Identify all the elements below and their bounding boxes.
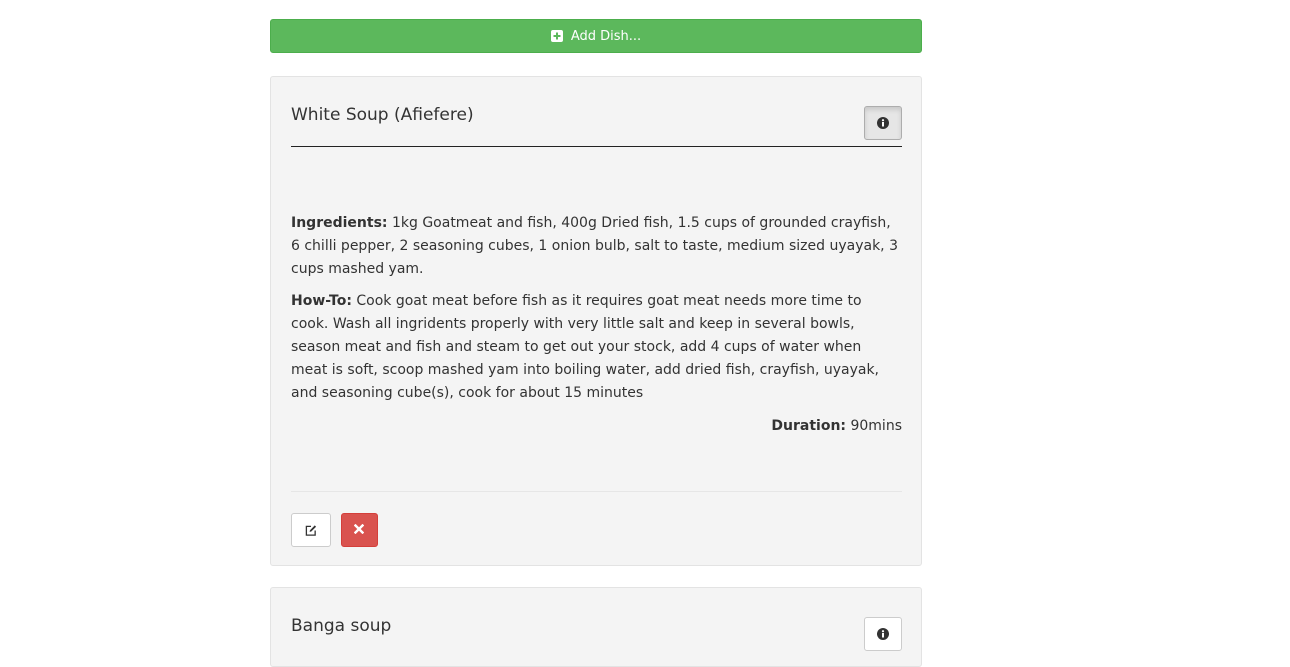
title-divider: [291, 146, 902, 147]
close-icon: [353, 524, 366, 536]
ingredients-label: Ingredients:: [291, 215, 388, 231]
howto-label: How-To:: [291, 293, 352, 309]
info-button[interactable]: [864, 617, 902, 651]
info-circle-icon: [877, 117, 889, 129]
howto-value: Cook goat meat before fish as it require…: [291, 293, 879, 401]
dish-title: White Soup (Afiefere): [291, 105, 474, 125]
info-button[interactable]: [864, 106, 902, 140]
dish-card: White Soup (Afiefere) Ingredients: 1kg G…: [270, 76, 922, 566]
add-dish-label: Add Dish...: [570, 28, 642, 44]
duration-value: 90mins: [850, 418, 902, 434]
info-circle-icon: [877, 628, 889, 640]
howto-text: How-To: Cook goat meat before fish as it…: [291, 290, 902, 405]
edit-button[interactable]: [291, 513, 331, 547]
footer-divider: [291, 491, 902, 492]
dish-card: Banga soup: [270, 587, 922, 667]
duration-text: Duration: 90mins: [291, 415, 902, 438]
plus-square-icon: [550, 30, 563, 42]
delete-button[interactable]: [341, 513, 378, 547]
edit-icon: [305, 524, 317, 536]
dish-title: Banga soup: [291, 616, 392, 636]
dish-list: Add Dish... White Soup (Afiefere) Ingred…: [270, 19, 922, 667]
ingredients-text: Ingredients: 1kg Goatmeat and fish, 400g…: [291, 212, 902, 281]
duration-label: Duration:: [771, 418, 847, 434]
add-dish-button[interactable]: Add Dish...: [270, 19, 922, 53]
